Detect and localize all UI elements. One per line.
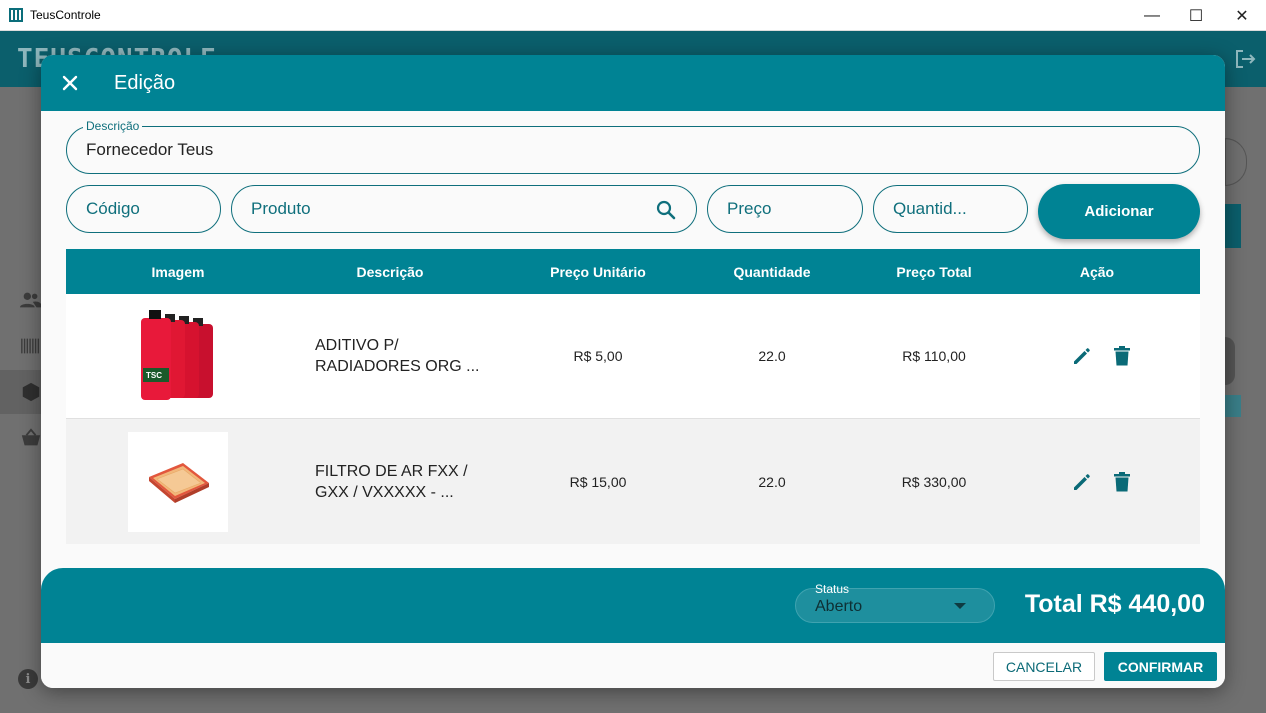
trash-icon — [1114, 346, 1130, 366]
table-row[interactable]: FILTRO DE AR FXX / GXX / VXXXXX - ... R$… — [66, 419, 1200, 544]
pencil-icon — [1074, 473, 1090, 490]
box-icon — [22, 382, 40, 402]
quantidade-input[interactable] — [893, 186, 1013, 232]
acao-cell — [1062, 419, 1142, 544]
edit-button[interactable] — [1067, 341, 1097, 371]
close-icon: ✕ — [1235, 7, 1249, 25]
air-filter-image — [128, 431, 228, 532]
descricao-line-2: GXX / VXXXXX - ... — [315, 483, 454, 501]
codigo-input[interactable] — [86, 186, 206, 232]
adicionar-button[interactable]: Adicionar — [1038, 184, 1200, 239]
quantidade-cell: 22.0 — [758, 348, 786, 364]
items-table: Imagem Descrição Preço Unitário Quantida… — [66, 249, 1200, 544]
image-cell — [128, 419, 228, 544]
descricao-cell: FILTRO DE AR FXX / GXX / VXXXXX - ... — [315, 419, 505, 544]
produto-input[interactable] — [251, 186, 646, 232]
codigo-field[interactable] — [66, 185, 221, 233]
status-select[interactable]: Status Aberto — [795, 582, 995, 623]
acao-cell — [1062, 294, 1142, 418]
minimize-button[interactable]: — — [1129, 0, 1175, 31]
dialog-header: Edição — [41, 55, 1225, 111]
window-titlebar: TeusControle — [0, 0, 1266, 31]
table-row[interactable]: TSC ADITIVO P/ RADIADORES ORG ... R$ 5,0… — [66, 294, 1200, 419]
close-icon — [62, 75, 78, 91]
bg-button — [1225, 204, 1241, 248]
dialog-actions: CANCELAR CONFIRMAR — [41, 643, 1225, 688]
image-cell: TSC — [128, 294, 228, 418]
quantidade-field[interactable] — [873, 185, 1028, 233]
edit-dialog: Edição Descrição Adicionar Imagem Descri… — [41, 55, 1225, 688]
maximize-button[interactable]: ☐ — [1173, 0, 1219, 31]
chevron-down-icon — [954, 603, 966, 609]
preco-input[interactable] — [727, 186, 848, 232]
produto-field[interactable] — [231, 185, 697, 233]
descricao-line-2: RADIADORES ORG ... — [315, 358, 480, 375]
preco-unitario-cell: R$ 5,00 — [573, 348, 623, 364]
app-icon — [9, 8, 23, 22]
header-descricao: Descrição — [356, 263, 424, 280]
bg-chip — [1225, 395, 1241, 417]
bg-avatar — [1225, 337, 1235, 385]
cancel-button[interactable]: CANCELAR — [993, 652, 1095, 681]
header-quantidade: Quantidade — [733, 263, 811, 280]
confirm-button[interactable]: CONFIRMAR — [1104, 652, 1217, 681]
dialog-footer: Status Aberto Total R$ 440,00 — [41, 568, 1225, 643]
delete-button[interactable] — [1107, 341, 1137, 371]
pencil-icon — [1074, 348, 1090, 364]
header-preco-total: Preço Total — [896, 263, 972, 280]
maximize-icon: ☐ — [1188, 7, 1204, 25]
people-icon — [20, 292, 42, 308]
preco-total-cell: R$ 110,00 — [902, 348, 966, 364]
header-preco-unitario: Preço Unitário — [550, 263, 646, 280]
trash-icon — [1114, 471, 1130, 491]
preco-field[interactable] — [707, 185, 863, 233]
descricao-line-1: ADITIVO P/ — [315, 337, 399, 354]
delete-button[interactable] — [1107, 467, 1137, 497]
descricao-field[interactable]: Descrição — [66, 119, 1200, 174]
close-window-button[interactable]: ✕ — [1219, 0, 1265, 31]
minimize-icon: — — [1144, 6, 1160, 24]
header-imagem: Imagem — [151, 263, 205, 280]
table-header: Imagem Descrição Preço Unitário Quantida… — [66, 249, 1200, 294]
descricao-line-1: FILTRO DE AR FXX / — [315, 462, 468, 480]
svg-text:TSC: TSC — [146, 371, 162, 380]
descricao-input[interactable] — [86, 127, 1185, 173]
logout-icon — [1236, 50, 1256, 68]
close-dialog-button[interactable] — [42, 55, 98, 111]
preco-unitario-cell: R$ 15,00 — [569, 473, 627, 490]
descricao-cell: ADITIVO P/ RADIADORES ORG ... — [315, 294, 505, 418]
status-value: Aberto — [815, 598, 863, 615]
barcode-icon — [21, 338, 40, 354]
window-title: TeusControle — [30, 8, 101, 22]
preco-total-cell: R$ 330,00 — [901, 473, 967, 490]
quantidade-cell: 22.0 — [758, 473, 786, 490]
basket-icon — [21, 428, 41, 446]
dialog-title: Edição — [114, 71, 176, 94]
coolant-bottles-image: TSC — [128, 306, 228, 406]
header-acao: Ação — [1079, 263, 1115, 280]
info-icon[interactable]: i — [18, 669, 38, 689]
total-amount: Total R$ 440,00 — [1024, 590, 1205, 618]
edit-button[interactable] — [1067, 467, 1097, 497]
status-label: Status — [815, 582, 850, 596]
search-icon[interactable] — [656, 200, 676, 220]
